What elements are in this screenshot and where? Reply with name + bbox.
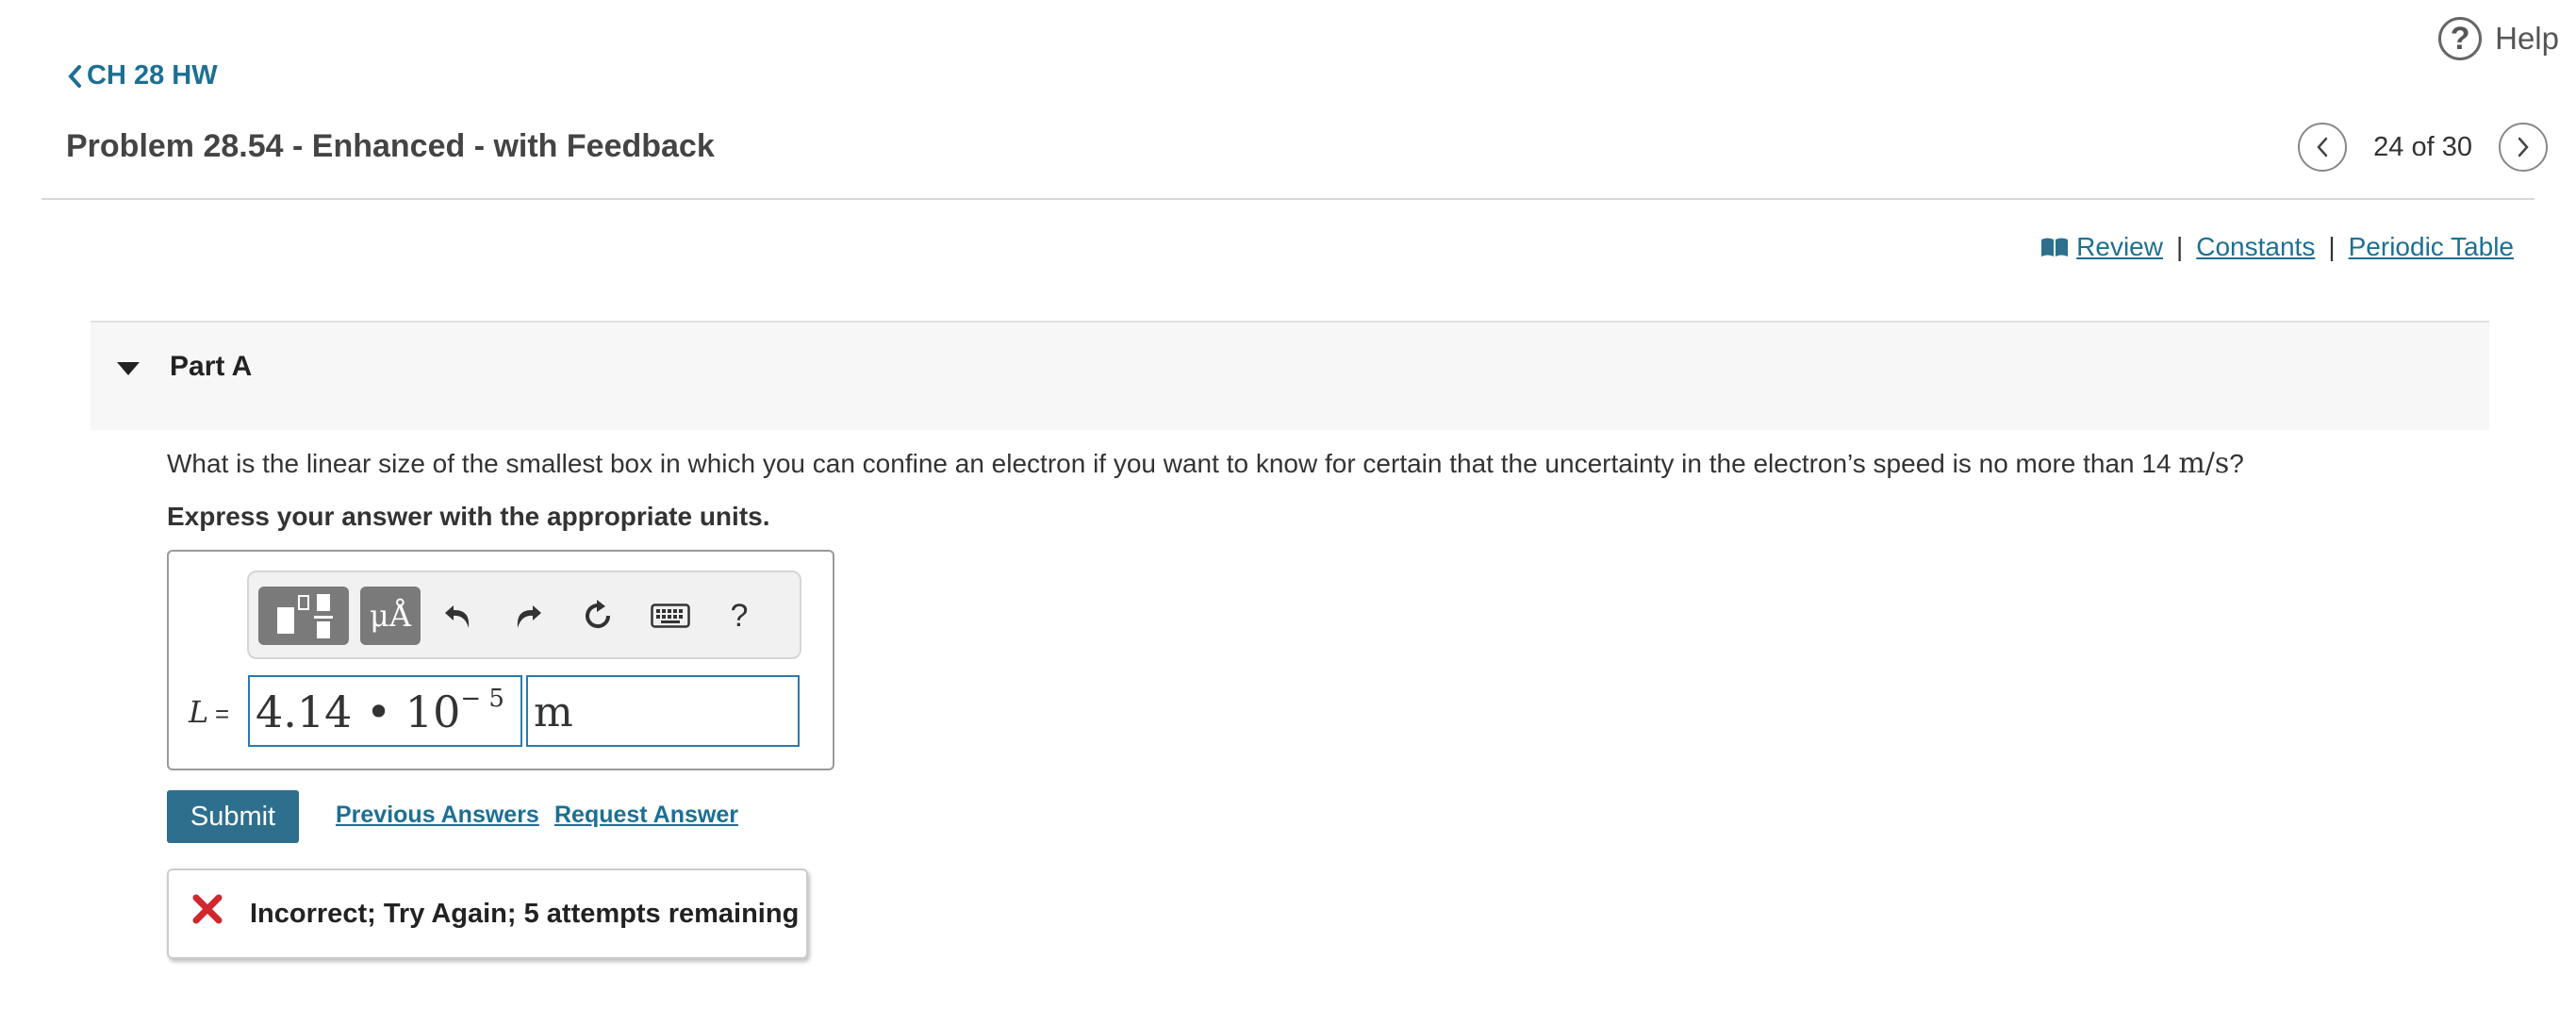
help-label: Help (2495, 21, 2559, 56)
back-link[interactable]: CH 28 HW (66, 60, 218, 91)
collapse-triangle-icon (117, 362, 140, 375)
question-end: ? (2229, 449, 2244, 478)
part-label: Part A (170, 351, 253, 382)
question-mark-icon: ? (730, 597, 749, 634)
problem-pager: 24 of 30 (2298, 123, 2548, 172)
toolbar-help-button[interactable]: ? (715, 587, 764, 645)
answer-equals: = (215, 700, 230, 728)
chevron-left-icon (2317, 137, 2328, 157)
question-text: What is the linear size of the smallest … (167, 447, 2244, 480)
redo-button[interactable] (504, 587, 553, 645)
question-units: m/s (2178, 447, 2230, 480)
pager-text: 24 of 30 (2373, 131, 2472, 162)
submit-button[interactable]: Submit (167, 790, 299, 843)
book-icon (2041, 238, 2069, 256)
request-answer-link[interactable]: Request Answer (554, 802, 738, 829)
separator: | (2175, 232, 2184, 261)
resource-links: Review | Constants | Periodic Table (2040, 232, 2514, 262)
help-link[interactable]: ? Help (2438, 17, 2559, 60)
chevron-left-icon (68, 64, 81, 88)
review-link[interactable]: Review (2040, 232, 2163, 262)
back-label: CH 28 HW (87, 60, 218, 91)
value-exponent: − 5 (460, 684, 504, 713)
redo-icon (517, 605, 541, 628)
previous-problem-button[interactable] (2298, 123, 2348, 172)
feedback-message: Incorrect; Try Again; 5 attempts remaini… (250, 899, 800, 929)
undo-icon (445, 605, 470, 628)
keyboard-icon (651, 604, 690, 628)
value-input[interactable]: 4.14 • 10− 5 (248, 675, 522, 747)
constants-link[interactable]: Constants (2196, 232, 2315, 262)
separator: | (2328, 232, 2336, 261)
value-text: 4.14 • 10− 5 (256, 684, 504, 737)
undo-button[interactable] (434, 587, 483, 645)
chevron-right-icon (2518, 137, 2529, 157)
units-button[interactable]: μÅ (360, 587, 421, 645)
feedback-box: Incorrect; Try Again; 5 attempts remaini… (167, 868, 808, 959)
question-body: What is the linear size of the smallest … (167, 449, 2179, 478)
units-icon: μÅ (370, 598, 411, 634)
answer-instruction: Express your answer with the appropriate… (167, 502, 770, 531)
previous-answers-link[interactable]: Previous Answers (336, 802, 539, 829)
incorrect-x-icon (192, 894, 223, 924)
help-icon: ? (2438, 17, 2483, 60)
math-toolbar: μÅ ? (247, 571, 801, 659)
templates-icon (277, 594, 333, 638)
keyboard-button[interactable] (643, 587, 698, 645)
periodic-table-link[interactable]: Periodic Table (2349, 232, 2514, 262)
reset-icon (586, 600, 611, 629)
review-label: Review (2076, 232, 2163, 261)
header-divider (41, 198, 2535, 200)
part-a-header[interactable]: Part A (91, 321, 2489, 430)
unit-input[interactable]: m (526, 675, 800, 747)
value-mantissa: 4.14 • 10 (256, 686, 461, 737)
next-problem-button[interactable] (2499, 123, 2548, 172)
problem-title: Problem 28.54 - Enhanced - with Feedback (66, 128, 715, 164)
templates-button[interactable] (258, 587, 349, 645)
answer-variable: L (189, 694, 209, 730)
reset-button[interactable] (573, 587, 622, 645)
unit-text: m (534, 688, 573, 736)
